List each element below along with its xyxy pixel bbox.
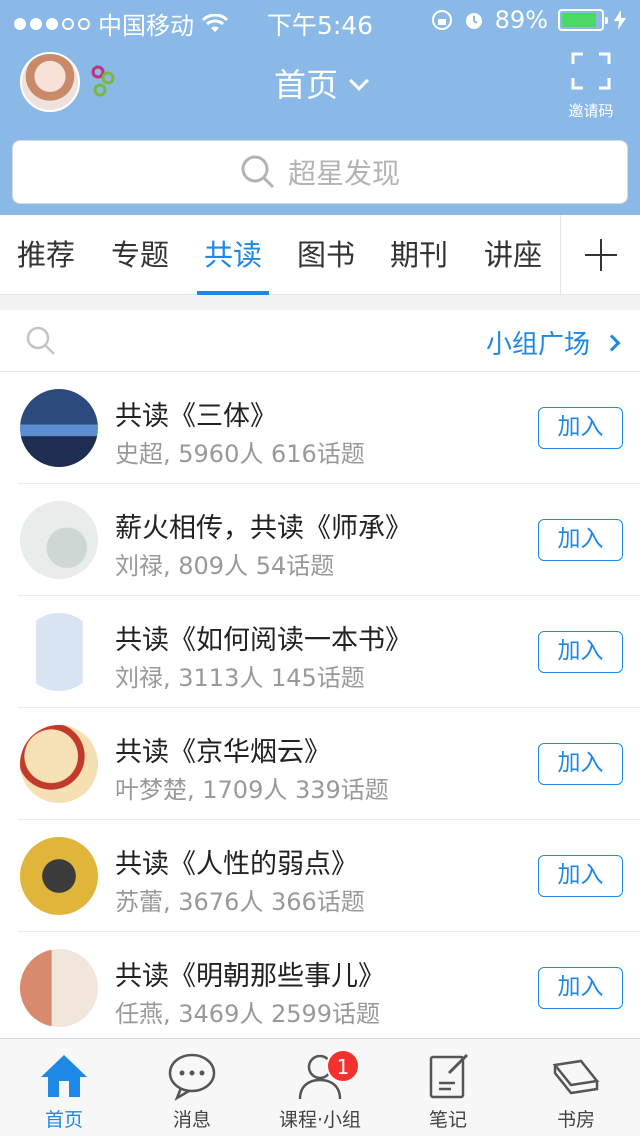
- page-title: 首页: [273, 66, 338, 104]
- nav-messages[interactable]: 消息: [128, 1039, 256, 1136]
- charging-icon: [614, 10, 626, 30]
- group-title: 薪火相传，共读《师承》: [115, 513, 412, 544]
- books-icon: [552, 1059, 600, 1095]
- list-item[interactable]: 共读《三体》 史超, 5960人 616话题 加入: [18, 372, 640, 484]
- nav-study[interactable]: 书房: [512, 1039, 640, 1136]
- list-item[interactable]: 共读《京华烟云》 叶梦楚, 1709人 339话题 加入: [18, 708, 640, 820]
- rotation-lock-icon: [431, 10, 452, 30]
- list-item[interactable]: 薪火相传，共读《师承》 刘禄, 809人 54话题 加入: [18, 484, 640, 596]
- group-list: 小组广场 共读《三体》 史超, 5960人 616话题 加入 薪火相传，共读《师…: [0, 310, 640, 1038]
- tab-books[interactable]: 图书: [286, 215, 366, 295]
- chat-icon: [168, 1053, 216, 1101]
- tab-journals[interactable]: 期刊: [379, 215, 459, 295]
- tab-topics[interactable]: 专题: [100, 215, 180, 295]
- filter-row: 小组广场: [0, 310, 640, 372]
- alarm-icon: [465, 13, 482, 29]
- join-button[interactable]: 加入: [538, 855, 623, 897]
- nav-notes[interactable]: 笔记: [384, 1039, 512, 1136]
- page-title-dropdown[interactable]: 首页: [0, 60, 640, 106]
- group-thumbnail: [20, 389, 98, 467]
- join-button[interactable]: 加入: [538, 407, 623, 449]
- group-thumbnail: [20, 501, 98, 579]
- home-icon: [41, 1055, 87, 1097]
- group-thumbnail: [20, 837, 98, 915]
- status-bar: 中国移动 下午5:46 89%: [0, 0, 640, 40]
- notification-badge: 1: [326, 1049, 360, 1083]
- group-plaza-label: 小组广场: [485, 330, 590, 360]
- tab-coreading[interactable]: 共读: [193, 215, 273, 295]
- search-input[interactable]: 超星发现: [12, 140, 628, 204]
- join-button[interactable]: 加入: [538, 743, 623, 785]
- list-item[interactable]: 共读《如何阅读一本书》 刘禄, 3113人 145话题 加入: [18, 596, 640, 708]
- list-item[interactable]: 共读《明朝那些事儿》 任燕, 3469人 2599话题 加入: [18, 932, 640, 1038]
- search-icon: [241, 155, 275, 189]
- group-meta: 苏蕾, 3676人 366话题: [115, 888, 365, 916]
- chevron-down-icon: [349, 71, 369, 91]
- group-meta: 任燕, 3469人 2599话题: [115, 1000, 381, 1028]
- group-thumbnail: [20, 613, 98, 691]
- nav-label: 首页: [44, 1109, 83, 1131]
- nav-label: 书房: [556, 1109, 595, 1131]
- group-meta: 史超, 5960人 616话题: [115, 440, 365, 468]
- bottom-tab-bar: 首页 消息 1 课程·小组 笔记 书房: [0, 1038, 640, 1136]
- invite-code-button[interactable]: 邀请码: [556, 52, 626, 121]
- nav-home[interactable]: 首页: [0, 1039, 128, 1136]
- invite-code-label: 邀请码: [568, 102, 614, 120]
- search-icon[interactable]: [26, 326, 56, 356]
- join-button[interactable]: 加入: [538, 967, 623, 1009]
- tab-lectures[interactable]: 讲座: [473, 215, 553, 295]
- category-tabs: 推荐 专题 共读 图书 期刊 讲座: [0, 215, 640, 295]
- group-thumbnail: [20, 725, 98, 803]
- note-icon: [429, 1053, 469, 1099]
- list-item[interactable]: 共读《人性的弱点》 苏蕾, 3676人 366话题 加入: [18, 820, 640, 932]
- chevron-right-icon: [603, 334, 621, 351]
- battery-icon: [558, 9, 608, 31]
- battery-percent: 89%: [494, 6, 548, 34]
- nav-label: 消息: [172, 1109, 211, 1131]
- group-title: 共读《如何阅读一本书》: [115, 625, 412, 656]
- nav-label: 笔记: [428, 1109, 467, 1131]
- group-meta: 刘禄, 3113人 145话题: [115, 664, 365, 692]
- group-title: 共读《明朝那些事儿》: [115, 961, 385, 992]
- group-thumbnail: [20, 949, 98, 1027]
- nav-label: 课程·小组: [278, 1109, 362, 1131]
- group-plaza-link[interactable]: 小组广场: [485, 324, 621, 361]
- scan-icon: [571, 52, 611, 90]
- join-button[interactable]: 加入: [538, 519, 623, 561]
- tab-recommend[interactable]: 推荐: [6, 215, 86, 295]
- group-title: 共读《京华烟云》: [115, 737, 331, 768]
- group-meta: 刘禄, 809人 54话题: [115, 552, 335, 580]
- search-placeholder: 超星发现: [287, 157, 400, 190]
- group-meta: 叶梦楚, 1709人 339话题: [115, 776, 389, 804]
- add-tab-button[interactable]: [560, 215, 640, 295]
- nav-courses-groups[interactable]: 1 课程·小组: [256, 1039, 384, 1136]
- group-title: 共读《人性的弱点》: [115, 849, 358, 880]
- join-button[interactable]: 加入: [538, 631, 623, 673]
- group-title: 共读《三体》: [115, 401, 277, 432]
- header-bar: 中国移动 下午5:46 89% 首页 邀请码 超星发现: [0, 0, 640, 215]
